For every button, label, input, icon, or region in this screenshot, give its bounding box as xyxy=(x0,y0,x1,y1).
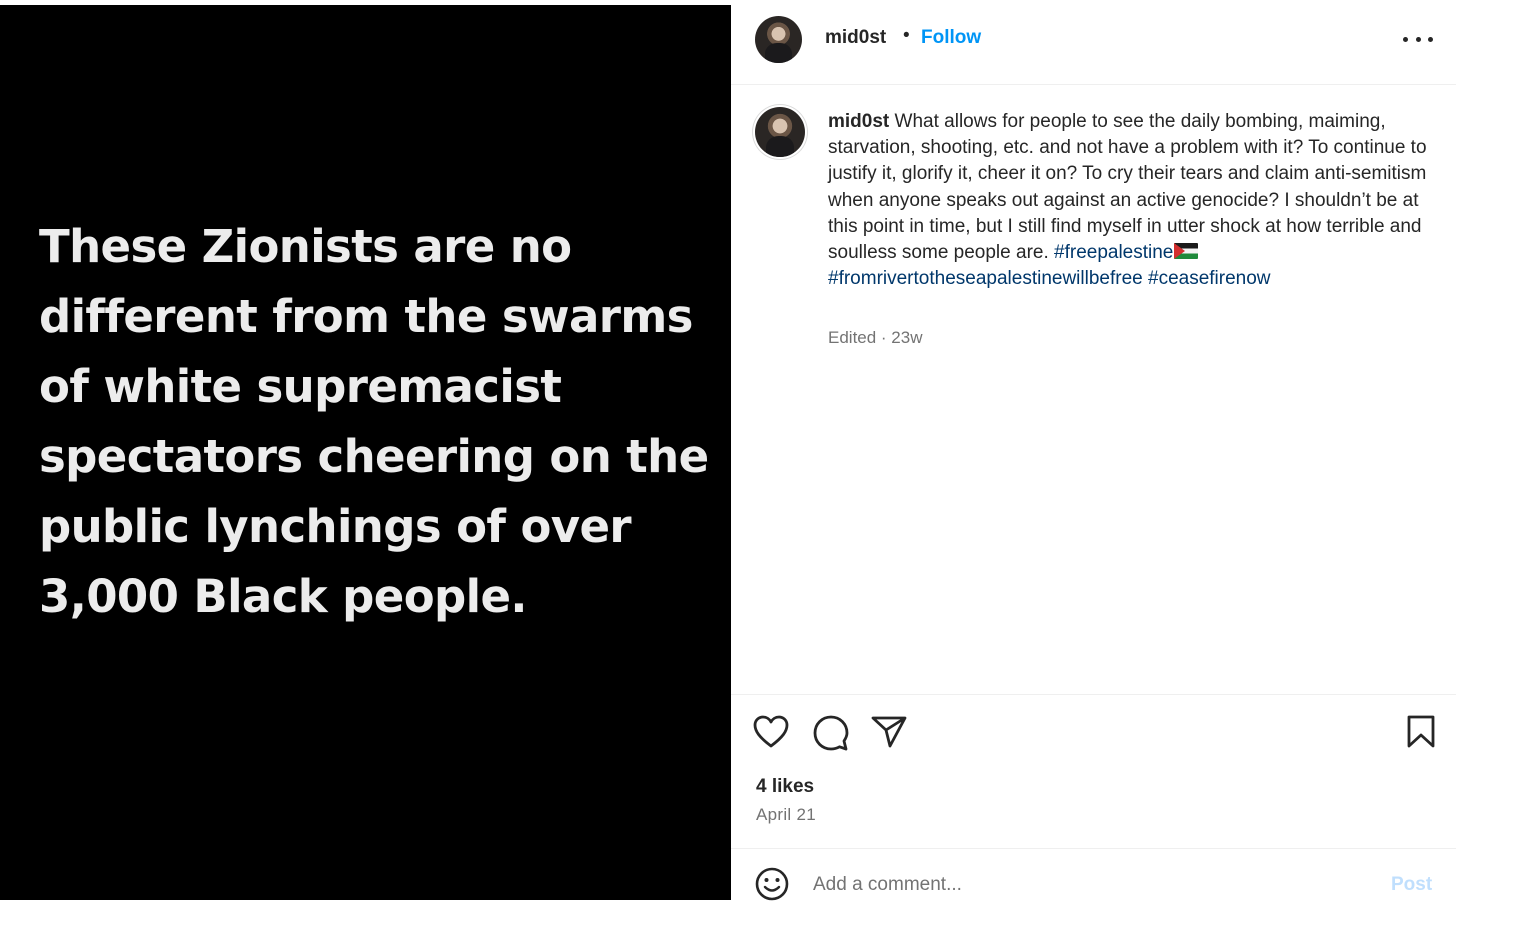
instagram-post-view: These Zionists are no different from the… xyxy=(0,0,1534,926)
header-username[interactable]: mid0st xyxy=(825,27,886,49)
post-image-text: These Zionists are no different from the… xyxy=(39,220,709,623)
comment-box: Post xyxy=(731,848,1456,901)
post-header: mid0st • Follow xyxy=(731,5,1456,85)
post-actions: 4 likes April 21 xyxy=(731,694,1456,849)
avatar[interactable] xyxy=(755,16,802,63)
post-image[interactable]: These Zionists are no different from the… xyxy=(0,5,731,900)
caption-avatar[interactable] xyxy=(755,107,805,157)
post-date: April 21 xyxy=(756,805,817,824)
hashtag-link[interactable]: #ceasefirenow xyxy=(1148,268,1271,289)
caption-meta: Edited · 23w xyxy=(828,328,923,347)
post-details-panel: mid0st • Follow mid0st What allows for p… xyxy=(731,5,1456,901)
emoji-icon[interactable] xyxy=(755,867,789,906)
bookmark-icon[interactable] xyxy=(1405,715,1437,754)
more-options-icon[interactable] xyxy=(1403,29,1433,49)
caption-text: mid0st What allows for people to see the… xyxy=(828,109,1428,292)
share-icon[interactable] xyxy=(871,715,907,754)
hashtag-link[interactable]: #fromrivertotheseapalestinewillbefree xyxy=(828,268,1143,289)
post-comment-button[interactable]: Post xyxy=(1391,874,1432,896)
likes-count[interactable]: 4 likes xyxy=(756,776,814,798)
heart-icon[interactable] xyxy=(753,715,789,754)
palestine-flag-icon xyxy=(1174,243,1199,260)
comment-icon[interactable] xyxy=(813,715,849,756)
comment-input[interactable] xyxy=(813,870,1373,900)
caption-body: What allows for people to see the daily … xyxy=(828,111,1427,264)
hashtag-link[interactable]: #freepalestine xyxy=(1054,242,1173,263)
follow-button[interactable]: Follow xyxy=(921,27,981,49)
caption-username[interactable]: mid0st xyxy=(828,111,889,132)
header-separator: • xyxy=(903,25,910,46)
